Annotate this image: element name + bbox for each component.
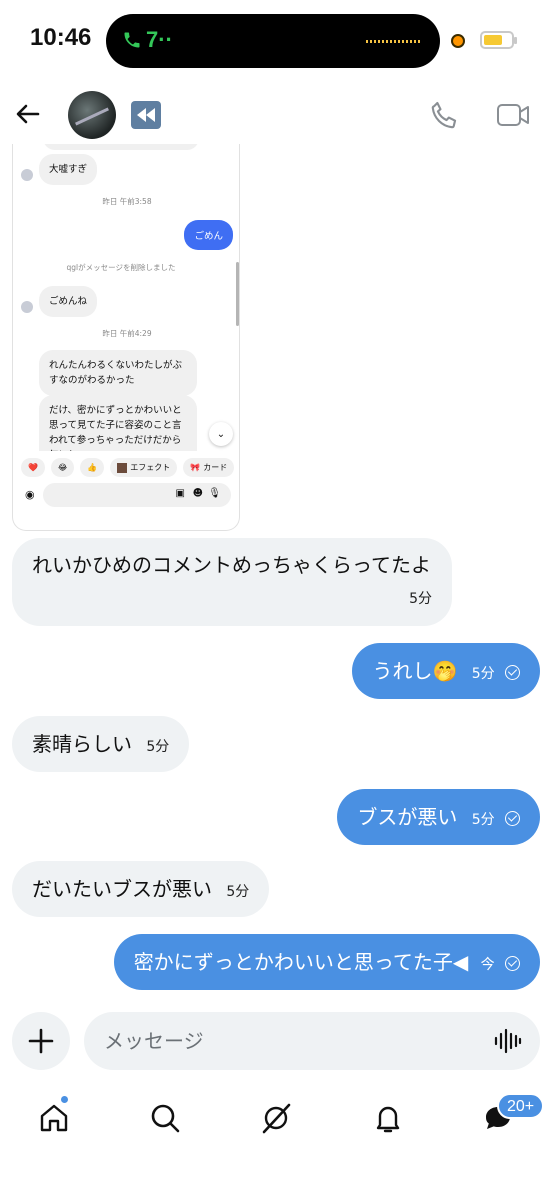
embedded-message: れんたんわるくないわたしがぶすなのがわるかった: [39, 350, 197, 396]
embedded-reaction: ❤️: [21, 458, 45, 477]
nav-search[interactable]: [145, 1098, 185, 1138]
embedded-input: ▣ ☻ 🎙: [43, 483, 231, 507]
mic-icon: 🎙: [208, 488, 221, 499]
video-camera-icon[interactable]: [496, 100, 530, 130]
message-input[interactable]: [104, 1012, 484, 1070]
mic-in-use-indicator: [451, 34, 465, 48]
read-check-icon: [505, 665, 520, 680]
battery-icon: [480, 31, 517, 49]
arrow-left-icon[interactable]: [12, 98, 44, 130]
call-duration: 7··: [146, 27, 173, 52]
message-text: 密かにずっとかわいいと思ってた子◀: [133, 950, 469, 974]
message-time: 5分: [471, 812, 495, 828]
message-text: れいかひめのコメントめっちゃくらってたよ: [32, 553, 431, 577]
embedded-message: だけ、密かにずっとかわいいと思って見てた子に容姿のこと言われて参っちゃっただけだ…: [39, 395, 197, 451]
home-icon: [40, 1104, 68, 1132]
message-sent[interactable]: ブスが悪い 5分: [337, 789, 540, 845]
phone-call-icon: [124, 32, 140, 48]
message-sent[interactable]: 密かにずっとかわいいと思ってた子◀ 今: [113, 934, 540, 990]
sticker-icon: ☻: [192, 488, 203, 499]
embedded-avatar: [21, 169, 33, 181]
nav-notifications[interactable]: [368, 1098, 408, 1138]
message-time: 5分: [226, 884, 250, 900]
message-time: 5分: [146, 739, 170, 755]
bottom-nav: [0, 1090, 554, 1150]
chevron-down-icon: ⌄: [209, 422, 233, 446]
message-received[interactable]: 素晴らしい 5分: [12, 716, 190, 772]
search-icon: [151, 1104, 180, 1133]
message-time: 5分: [471, 666, 495, 682]
message-time: 今: [480, 957, 495, 973]
read-check-icon: [505, 811, 520, 826]
embedded-message: 大嘘すぎ: [39, 154, 98, 185]
embedded-sent-message: ごめん: [184, 220, 233, 250]
messages-badge: 20+: [497, 1093, 545, 1119]
message-text: ブスが悪い: [357, 805, 458, 829]
gallery-icon: ▣: [175, 488, 185, 499]
message-sent[interactable]: うれし🤭 5分: [352, 643, 540, 699]
sent-check-icon: [505, 956, 520, 971]
call-indicator[interactable]: 7··: [122, 27, 173, 53]
grok-icon: [262, 1103, 291, 1134]
embedded-scrollbar: [236, 262, 239, 326]
message-received[interactable]: だいたいブスが悪い 5分: [12, 861, 270, 917]
message-text: うれし🤭: [372, 659, 458, 683]
rewind-icon[interactable]: [131, 101, 161, 129]
avatar[interactable]: [68, 91, 116, 139]
add-attachment-button[interactable]: [12, 1012, 70, 1070]
embedded-screenshot[interactable]: 大嘘すぎ 昨日 午前3:58 ごめん qglがメッセージを削除しました ごめんね…: [12, 144, 240, 531]
embedded-deleted-notice: qglがメッセージを削除しました: [66, 263, 176, 272]
message-time: 5分: [409, 591, 432, 607]
bell-icon: [376, 1106, 400, 1133]
dynamic-island[interactable]: 7··: [106, 14, 440, 68]
embedded-bubble-top: [43, 144, 199, 150]
message-received[interactable]: れいかひめのコメントめっちゃくらってたよ 5分: [12, 538, 452, 626]
voice-message-icon[interactable]: [494, 1028, 522, 1054]
phone-icon[interactable]: [428, 98, 462, 132]
message-composer: [84, 1012, 540, 1070]
embedded-card-chip: 🎀 カード: [183, 458, 235, 477]
embedded-effect-chip: エフェクト: [110, 458, 178, 477]
plus-icon: [28, 1028, 54, 1054]
embedded-reaction-bar: ❤️ 😂 👍 エフェクト 🎀 カード: [21, 458, 235, 477]
embedded-effect-label: エフェクト: [130, 463, 171, 472]
embedded-reaction: 👍: [80, 458, 105, 477]
nav-home[interactable]: [34, 1098, 74, 1138]
embedded-timestamp: 昨日 午前3:58: [102, 197, 152, 206]
embedded-message: ごめんね: [39, 286, 98, 317]
home-unread-dot: [60, 1095, 69, 1104]
camera-icon: ◉: [25, 488, 35, 501]
nav-grok[interactable]: [256, 1098, 296, 1138]
conversation-header: [0, 88, 554, 144]
embedded-timestamp: 昨日 午前4:29: [102, 329, 152, 338]
message-text: だいたいブスが悪い: [32, 877, 212, 901]
status-bar: 10:46 7··: [0, 0, 554, 80]
status-time: 10:46: [30, 24, 92, 51]
audio-wave-icon: [366, 40, 422, 43]
message-text: 素晴らしい: [32, 732, 132, 756]
embedded-composer: ◉ ▣ ☻ 🎙: [21, 483, 233, 507]
embedded-card-label: カード: [203, 463, 228, 472]
embedded-avatar: [21, 301, 33, 313]
embedded-reaction: 😂: [50, 458, 75, 477]
